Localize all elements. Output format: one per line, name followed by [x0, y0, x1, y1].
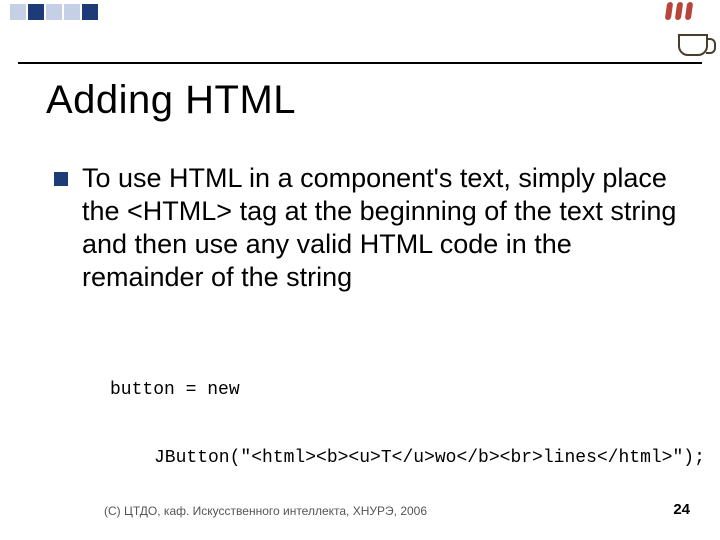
bullet-square-icon [54, 172, 68, 186]
code-block: button = new JButton("<html><b><u>T</u>w… [110, 334, 680, 514]
bullet-text: To use HTML in a component's text, simpl… [82, 162, 680, 294]
decorative-square [46, 4, 62, 20]
header-divider [18, 62, 702, 64]
mug-icon [678, 34, 708, 56]
decorative-square [10, 4, 26, 20]
decorative-squares [10, 4, 98, 20]
bullet-item: To use HTML in a component's text, simpl… [54, 162, 680, 294]
decorative-square [64, 4, 80, 20]
code-line: JButton("<html><b><u>T</u>wo</b><br>line… [110, 447, 680, 470]
footer-copyright: (С) ЦТДО, каф. Искусственного интеллекта… [104, 504, 427, 518]
steam-icon [664, 2, 694, 26]
slide-container: Adding HTML To use HTML in a component's… [0, 0, 720, 540]
java-coffee-icon [656, 6, 708, 58]
slide-body: To use HTML in a component's text, simpl… [54, 162, 680, 294]
decorative-square [28, 4, 44, 20]
decorative-square [82, 4, 98, 20]
code-line: button = new [110, 379, 680, 402]
slide-title: Adding HTML [46, 78, 296, 123]
slide-topbar [0, 0, 720, 62]
page-number: 24 [673, 501, 690, 518]
